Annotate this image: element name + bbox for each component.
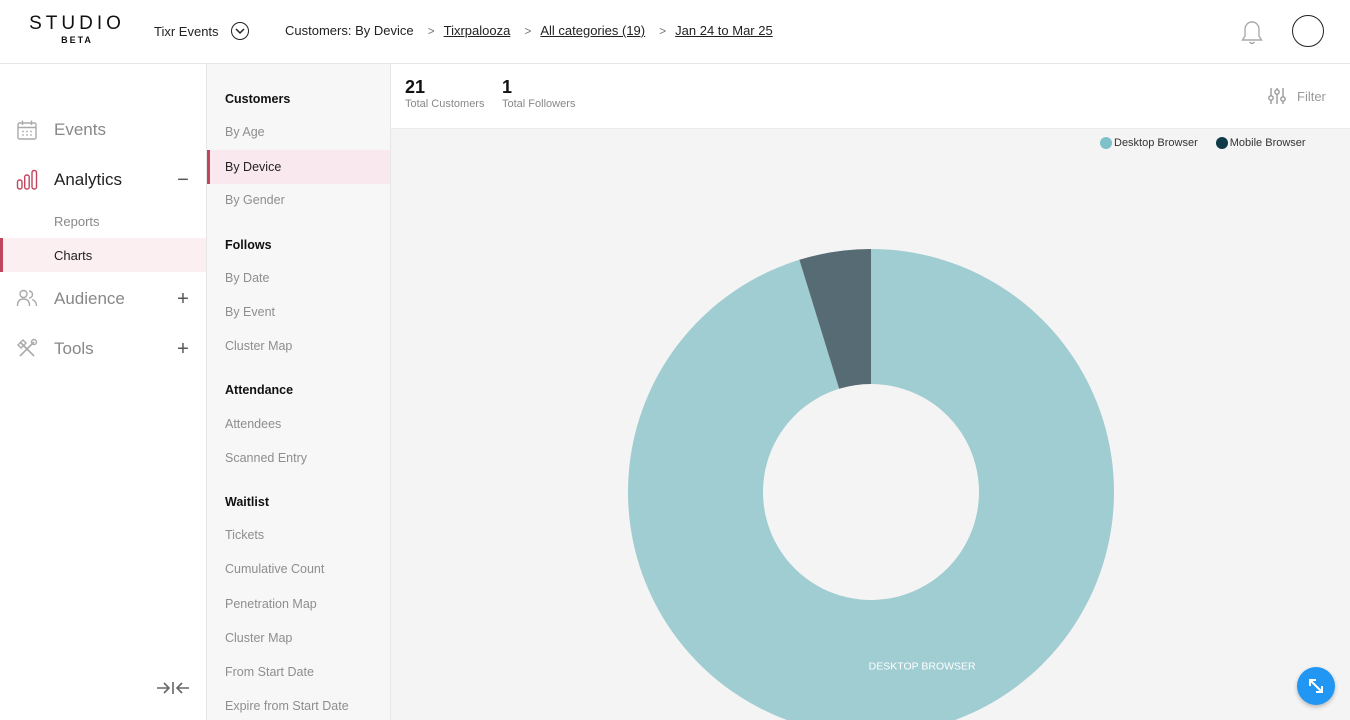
menu-item-by-gender[interactable]: By Gender — [207, 183, 390, 217]
menu-item-label: Penetration Map — [225, 597, 317, 611]
sidebar-subitem-label: Reports — [54, 213, 100, 229]
stat-label: Total Followers — [502, 98, 576, 110]
stat-total-customers: 21 Total Customers — [405, 76, 484, 110]
studio-logo[interactable]: STUDIO BETA — [26, 13, 128, 46]
menu-item-label: Tickets — [225, 528, 265, 542]
sidebar-item-tools[interactable]: Tools + — [0, 332, 206, 366]
breadcrumb-separator: > — [524, 23, 532, 38]
top-bar: STUDIO BETA Tixr Events Customers: By De… — [0, 0, 1350, 64]
menu-item-label: Attendees — [225, 417, 282, 431]
menu-item-by-device[interactable]: By Device — [207, 150, 390, 184]
menu-item-label: Cluster Map — [225, 631, 293, 645]
expand-toggle[interactable]: + — [176, 338, 190, 361]
menu-item-tickets[interactable]: Tickets — [207, 518, 390, 552]
sidebar-item-label: Audience — [54, 289, 125, 308]
users-icon — [16, 288, 38, 310]
breadcrumb-categories-link[interactable]: All categories (19) — [540, 23, 645, 38]
sidebar-subitem-reports[interactable]: Reports — [0, 204, 206, 238]
menu-item-expire-from-start-date[interactable]: Expire from Start Date — [207, 689, 390, 720]
breadcrumb-separator: > — [427, 23, 435, 38]
breadcrumb-date-range-link[interactable]: Jan 24 to Mar 25 — [675, 23, 773, 38]
logo-text: STUDIO — [29, 13, 125, 34]
sidebar-subitem-label: Charts — [54, 247, 93, 263]
chart-menu: Customers By Age By Device By Gender Fol… — [207, 64, 391, 720]
sliders-icon — [1268, 88, 1286, 104]
menu-section-waitlist: Waitlist — [225, 495, 269, 509]
menu-item-label: Cluster Map — [225, 339, 293, 353]
avatar[interactable] — [1292, 15, 1324, 47]
bar-chart-icon — [16, 169, 38, 191]
menu-item-label: By Date — [225, 271, 270, 285]
stat-total-followers: 1 Total Followers — [502, 76, 575, 110]
menu-item-label: By Age — [225, 125, 265, 139]
tools-icon — [16, 338, 38, 360]
menu-section-customers: Customers — [225, 92, 291, 106]
breadcrumb: Customers: By Device > Tixrpalooza > All… — [285, 23, 773, 38]
stat-label: Total Customers — [405, 98, 485, 110]
device-donut-chart: DESKTOP BROWSER — [628, 249, 1114, 720]
menu-item-follows-cluster-map[interactable]: Cluster Map — [207, 329, 390, 363]
breadcrumb-separator: > — [659, 23, 667, 38]
menu-item-label: By Gender — [225, 193, 285, 207]
bell-icon[interactable] — [1240, 20, 1264, 46]
expand-button[interactable] — [1297, 667, 1335, 705]
sidebar-subitem-charts[interactable]: Charts — [0, 238, 206, 272]
sidebar-item-label: Analytics — [54, 170, 123, 189]
calendar-icon — [16, 119, 38, 141]
sidebar-item-analytics[interactable]: Analytics − — [0, 163, 206, 197]
menu-section-follows: Follows — [225, 238, 272, 252]
sidebar: Events Analytics − Reports Charts Audien… — [0, 64, 207, 720]
sidebar-item-events[interactable]: Events — [0, 113, 206, 147]
breadcrumb-root: Customers: By Device — [285, 23, 414, 38]
menu-item-label: Cumulative Count — [225, 562, 325, 576]
menu-item-label: From Start Date — [225, 665, 314, 679]
org-selector[interactable]: Tixr Events — [154, 22, 249, 40]
menu-item-from-start-date[interactable]: From Start Date — [207, 655, 390, 689]
menu-item-attendees[interactable]: Attendees — [207, 407, 390, 441]
menu-item-by-event[interactable]: By Event — [207, 295, 390, 329]
expand-icon — [1309, 679, 1323, 693]
menu-item-waitlist-cluster-map[interactable]: Cluster Map — [207, 621, 390, 655]
stats-bar: 21 Total Customers 1 Total Followers Fil… — [391, 64, 1350, 129]
main-content: 21 Total Customers 1 Total Followers Fil… — [391, 64, 1350, 720]
menu-item-label: Expire from Start Date — [225, 699, 349, 713]
breadcrumb-event-link[interactable]: Tixrpalooza — [444, 23, 511, 38]
slice-label: DESKTOP BROWSER — [869, 661, 976, 673]
sidebar-item-audience[interactable]: Audience + — [0, 282, 206, 316]
menu-item-penetration-map[interactable]: Penetration Map — [207, 587, 390, 621]
menu-item-label: By Device — [225, 160, 282, 174]
menu-item-label: Scanned Entry — [225, 451, 307, 465]
menu-section-attendance: Attendance — [225, 383, 294, 397]
chevron-down-icon[interactable] — [230, 22, 249, 40]
org-name: Tixr Events — [154, 23, 219, 39]
stat-value: 21 — [405, 77, 426, 97]
menu-item-by-age[interactable]: By Age — [207, 115, 390, 149]
menu-item-label: By Event — [225, 305, 276, 319]
logo-subtext: BETA — [61, 35, 93, 45]
collapse-toggle[interactable]: − — [176, 169, 190, 192]
menu-item-cumulative-count[interactable]: Cumulative Count — [207, 552, 390, 586]
filter-label: Filter — [1297, 88, 1326, 104]
menu-item-by-date[interactable]: By Date — [207, 261, 390, 295]
collapse-sidebar-icon[interactable] — [157, 680, 189, 696]
filter-button[interactable]: Filter — [1267, 86, 1326, 106]
stat-value: 1 — [502, 77, 513, 97]
expand-toggle[interactable]: + — [176, 288, 190, 311]
sidebar-item-label: Events — [54, 120, 106, 139]
menu-item-scanned-entry[interactable]: Scanned Entry — [207, 441, 390, 475]
sidebar-item-label: Tools — [54, 339, 94, 358]
